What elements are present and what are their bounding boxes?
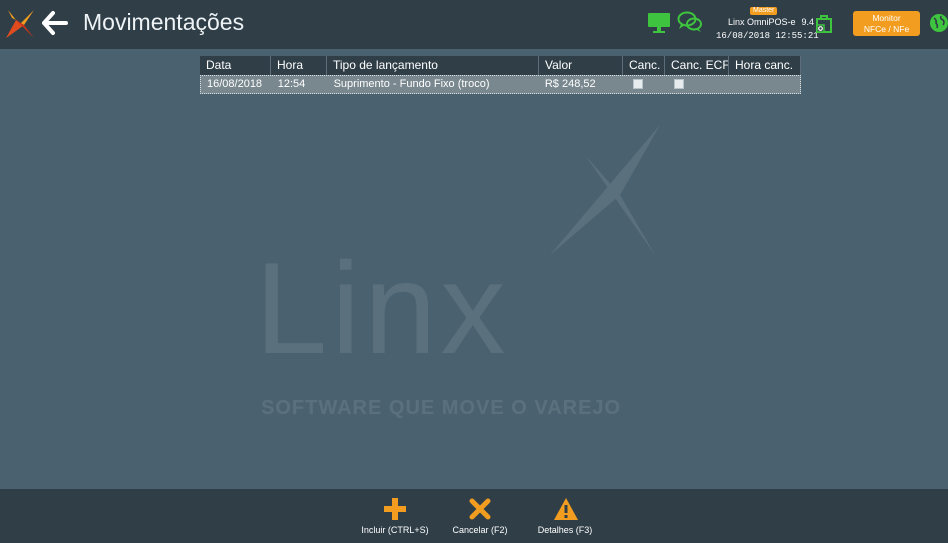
plus-icon bbox=[384, 498, 406, 520]
cancelar-button[interactable]: Cancelar (F2) bbox=[435, 489, 525, 543]
product-info: Linx OmniPOS-e 9.4 bbox=[728, 17, 814, 27]
detalhes-button[interactable]: Detalhes (F3) bbox=[520, 489, 610, 543]
incluir-button[interactable]: Incluir (CTRL+S) bbox=[350, 489, 440, 543]
incluir-label: Incluir (CTRL+S) bbox=[361, 525, 429, 535]
globe-icon[interactable] bbox=[929, 13, 948, 33]
cell-data: 16/08/2018 bbox=[207, 78, 263, 90]
monitor-button-line2: NFCe / NFe bbox=[863, 24, 910, 34]
master-badge: Master bbox=[750, 7, 778, 15]
back-arrow-icon[interactable] bbox=[42, 10, 68, 36]
top-bar: Movimentações Master Linx OmniPOS-e 9.4 1… bbox=[0, 0, 948, 49]
monitor-icon[interactable] bbox=[647, 12, 671, 34]
table-header: Data Hora Tipo de lançamento Valor Canc.… bbox=[200, 56, 801, 75]
watermark-logo-icon bbox=[550, 125, 660, 255]
cancelar-label: Cancelar (F2) bbox=[452, 525, 508, 535]
column-header-hora[interactable]: Hora bbox=[271, 56, 327, 75]
column-header-canc[interactable]: Canc. bbox=[623, 56, 665, 75]
warning-icon bbox=[554, 498, 578, 520]
watermark-word: Linx bbox=[255, 235, 510, 381]
column-header-tipo[interactable]: Tipo de lançamento bbox=[327, 56, 539, 75]
column-header-canc-ecf[interactable]: Canc. ECF bbox=[665, 56, 729, 75]
column-header-hora-canc[interactable]: Hora canc. bbox=[729, 56, 801, 75]
canc-ecf-checkbox[interactable] bbox=[674, 79, 685, 90]
movements-table: Data Hora Tipo de lançamento Valor Canc.… bbox=[200, 56, 801, 94]
chat-icon[interactable] bbox=[677, 11, 703, 33]
product-name: Linx OmniPOS-e bbox=[728, 17, 796, 27]
cell-canc bbox=[623, 76, 665, 93]
monitor-button-line1: Monitor bbox=[872, 13, 901, 23]
detalhes-label: Detalhes (F3) bbox=[537, 525, 593, 535]
page-title: Movimentações bbox=[83, 9, 245, 35]
linx-logo-icon bbox=[6, 10, 34, 38]
canc-checkbox[interactable] bbox=[632, 79, 643, 90]
column-header-data[interactable]: Data bbox=[200, 56, 271, 75]
table-row[interactable]: 16/08/2018 12:54 Suprimento - Fundo Fixo… bbox=[200, 75, 801, 94]
cell-hora: 12:54 bbox=[277, 78, 306, 90]
cell-valor: R$ 248,52 bbox=[544, 78, 596, 90]
bottom-toolbar: Incluir (CTRL+S) Cancelar (F2) Detalhes … bbox=[0, 489, 948, 543]
watermark-slogan: SOFTWARE QUE MOVE O VAREJO bbox=[261, 397, 622, 419]
cell-canc-ecf bbox=[664, 76, 728, 93]
product-version: 9.4 bbox=[801, 17, 815, 27]
cell-hora-canc bbox=[728, 76, 800, 93]
x-icon bbox=[469, 498, 491, 520]
linx-watermark: Linx SOFTWARE QUE MOVE O VAREJO bbox=[255, 115, 675, 425]
datetime: 16/08/2018 12:55:21 bbox=[716, 31, 819, 41]
monitor-nfce-nfe-button[interactable]: Monitor NFCe / NFe bbox=[853, 11, 920, 36]
shopping-bag-icon[interactable] bbox=[815, 13, 833, 33]
column-header-valor[interactable]: Valor bbox=[539, 56, 623, 75]
cell-tipo: Suprimento - Fundo Fixo (troco) bbox=[333, 78, 490, 90]
